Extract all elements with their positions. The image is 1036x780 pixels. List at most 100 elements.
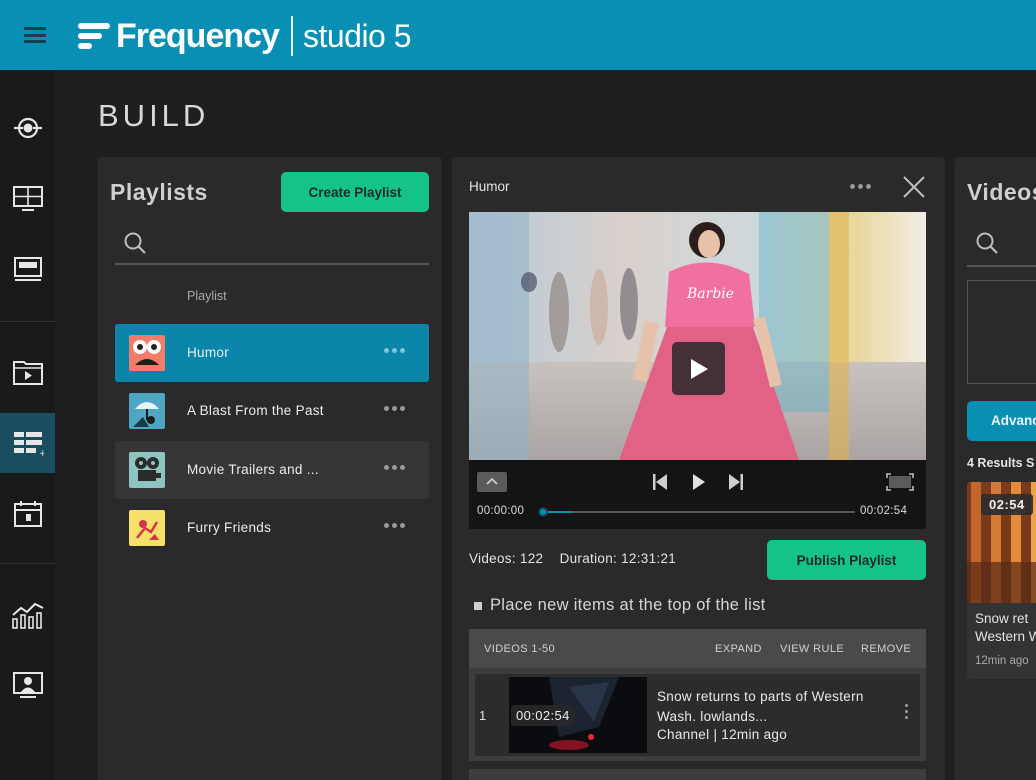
videos-search-input[interactable] bbox=[967, 221, 1036, 267]
collapse-button[interactable] bbox=[477, 472, 507, 492]
playlist-detail-title: Humor bbox=[469, 179, 510, 194]
video-result-title-line1: Snow ret bbox=[975, 611, 1029, 626]
advanced-search-button[interactable]: Advanced bbox=[967, 401, 1036, 441]
videos-range-label: VIDEOS 1-50 bbox=[484, 643, 556, 655]
video-result-duration: 02:54 bbox=[981, 494, 1033, 515]
playlist-item-movie-trailers[interactable]: Movie Trailers and ... bbox=[115, 441, 429, 499]
playlists-title: Playlists bbox=[110, 179, 208, 205]
top-of-list-label: Place new items at the top of the list bbox=[490, 596, 766, 614]
svg-text:Barbie: Barbie bbox=[686, 286, 734, 302]
playlist-item-blast-from-past[interactable]: A Blast From the Past bbox=[115, 382, 429, 440]
playlist-name: A Blast From the Past bbox=[187, 403, 324, 418]
left-rail: + bbox=[0, 70, 55, 780]
blast-thumbnail-icon bbox=[129, 393, 165, 429]
table-row[interactable] bbox=[469, 769, 926, 780]
rail-dashboard[interactable] bbox=[0, 169, 55, 229]
play-icon[interactable] bbox=[690, 472, 708, 492]
row-more-options-icon[interactable] bbox=[905, 704, 908, 719]
filter-box[interactable] bbox=[967, 280, 1036, 384]
video-result-time: 12min ago bbox=[975, 655, 1029, 667]
video-meta: Channel | 12min ago bbox=[657, 727, 788, 742]
analytics-chart-icon bbox=[11, 602, 43, 629]
videos-title: Videos bbox=[967, 179, 1036, 205]
calendar-icon bbox=[13, 501, 42, 527]
playlist-search-input[interactable] bbox=[115, 221, 429, 265]
playlist-column-header: Playlist bbox=[187, 289, 227, 303]
play-overlay-button[interactable] bbox=[672, 342, 725, 395]
video-duration: 00:02:54 bbox=[511, 705, 575, 726]
progress-knob[interactable] bbox=[538, 507, 548, 517]
more-options-icon[interactable] bbox=[850, 184, 871, 189]
create-playlist-button[interactable]: Create Playlist bbox=[281, 172, 429, 212]
table-row[interactable]: 1 00:02:54 Snow returns to parts of West… bbox=[469, 668, 926, 761]
play-icon bbox=[690, 358, 708, 379]
playlist-stats: Videos: 122 Duration: 12:31:21 bbox=[469, 551, 676, 566]
playlist-name: Humor bbox=[187, 345, 230, 360]
humor-thumbnail-icon bbox=[129, 335, 165, 371]
movie-projector-thumbnail-icon bbox=[129, 452, 165, 488]
rail-separator bbox=[0, 321, 55, 322]
logo-divider bbox=[290, 16, 293, 56]
more-options-icon[interactable] bbox=[384, 348, 405, 353]
videos-panel: Videos Advanced 4 Results S 02:54 Snow r… bbox=[955, 157, 1036, 780]
search-icon bbox=[976, 232, 998, 254]
rail-broadcast[interactable] bbox=[0, 98, 55, 158]
video-count: Videos: 122 bbox=[469, 551, 544, 566]
hamburger-menu-icon[interactable] bbox=[24, 27, 46, 43]
video-title: Snow returns to parts of Western Wash. l… bbox=[657, 689, 864, 724]
top-bar: Frequency studio 5 bbox=[0, 0, 1036, 70]
player-controls: 00:00:00 00:02:54 bbox=[469, 460, 926, 529]
search-icon bbox=[124, 232, 146, 254]
video-result-title-line2: Western W bbox=[975, 629, 1036, 644]
page-title: BUILD bbox=[98, 98, 210, 133]
more-options-icon[interactable] bbox=[384, 465, 405, 470]
rail-analytics[interactable] bbox=[0, 585, 55, 645]
rail-video-folder[interactable] bbox=[0, 342, 55, 402]
dashboard-grid-icon bbox=[12, 186, 43, 211]
row-index: 1 bbox=[479, 708, 487, 723]
broadcast-icon bbox=[13, 117, 42, 139]
playlist-item-furry-friends[interactable]: Furry Friends bbox=[115, 499, 429, 557]
rail-build[interactable]: + bbox=[0, 413, 55, 473]
more-options-icon[interactable] bbox=[384, 406, 405, 411]
fullscreen-icon[interactable] bbox=[885, 472, 915, 492]
rail-tv[interactable] bbox=[0, 240, 55, 300]
more-options-icon[interactable] bbox=[384, 523, 405, 528]
video-player[interactable]: Barbie bbox=[469, 212, 926, 460]
chevron-up-icon bbox=[486, 477, 498, 485]
view-rule-link[interactable]: VIEW RULE bbox=[780, 643, 844, 655]
playlist-item-humor[interactable]: Humor bbox=[115, 324, 429, 382]
current-time: 00:00:00 bbox=[477, 505, 525, 517]
rail-calendar[interactable] bbox=[0, 484, 55, 544]
skip-forward-icon[interactable] bbox=[725, 472, 745, 492]
top-of-list-option[interactable]: Place new items at the top of the list bbox=[474, 596, 766, 615]
user-profile-icon bbox=[12, 672, 43, 698]
results-count: 4 Results S bbox=[967, 456, 1035, 470]
skip-back-icon[interactable] bbox=[651, 472, 671, 492]
video-result-card[interactable]: 02:54 Snow ret Western W 12min ago bbox=[967, 482, 1036, 679]
close-icon[interactable] bbox=[902, 175, 926, 199]
video-folder-icon bbox=[12, 361, 43, 385]
expand-link[interactable]: EXPAND bbox=[715, 643, 762, 655]
app-logo[interactable]: Frequency studio 5 bbox=[78, 14, 412, 58]
video-thumbnail[interactable]: 00:02:54 bbox=[509, 677, 647, 753]
video-frame-image: Barbie bbox=[469, 212, 926, 460]
rail-profile[interactable] bbox=[0, 655, 55, 715]
playlist-name: Movie Trailers and ... bbox=[187, 462, 319, 477]
top-of-list-checkbox[interactable] bbox=[474, 601, 482, 610]
tv-screen-icon bbox=[13, 257, 42, 281]
brand-name: Frequency bbox=[116, 16, 280, 55]
videos-table-header: VIDEOS 1-50 EXPAND VIEW RULE REMOVE bbox=[469, 629, 926, 668]
playlists-panel: Playlists Create Playlist Playlist Humor… bbox=[98, 157, 442, 780]
frequency-logo-icon bbox=[78, 23, 110, 49]
playlist-detail-panel: Humor Barbie 00:00:00 00:02:54 Videos: 1… bbox=[452, 157, 945, 780]
svg-text:+: + bbox=[39, 449, 44, 457]
progress-track[interactable] bbox=[538, 507, 855, 517]
publish-playlist-button[interactable]: Publish Playlist bbox=[767, 540, 926, 580]
total-time: 00:02:54 bbox=[860, 505, 908, 517]
playlist-name: Furry Friends bbox=[187, 520, 272, 535]
video-result-title: Snow ret Western W bbox=[975, 610, 1036, 646]
remove-link[interactable]: REMOVE bbox=[861, 643, 911, 655]
playlist-build-icon: + bbox=[13, 432, 44, 457]
furry-friends-thumbnail-icon bbox=[129, 510, 165, 546]
